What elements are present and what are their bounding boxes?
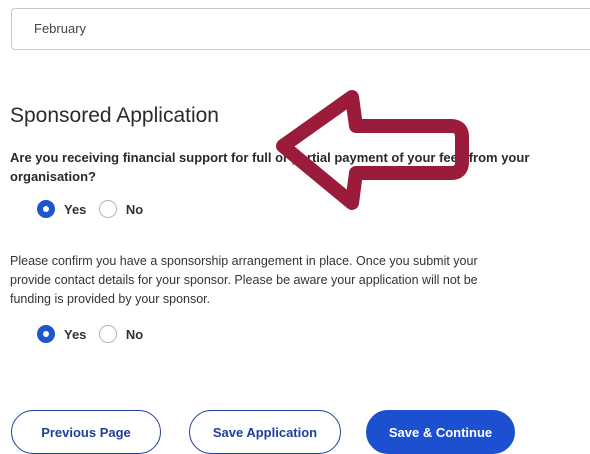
radio-label-yes: Yes	[64, 326, 87, 342]
previous-page-button[interactable]: Previous Page	[11, 410, 161, 454]
sponsorship-question-line: Are you receiving financial support for …	[10, 150, 530, 165]
radio-label-yes: Yes	[64, 201, 87, 217]
radio-unselected-icon[interactable]	[98, 325, 117, 343]
sponsorship-question: Are you receiving financial support for …	[10, 148, 590, 186]
left-arrow-icon	[276, 90, 469, 210]
radio-selected-icon[interactable]	[37, 200, 55, 218]
confirm-text-line: provide contact details for your sponsor…	[10, 273, 478, 287]
confirm-text-line: Please confirm you have a sponsorship ar…	[10, 254, 478, 268]
sponsorship-confirm-no-option[interactable]: No	[98, 325, 144, 343]
sponsorship-confirm-radio-group: Yes No	[37, 325, 151, 347]
month-select-value: February	[34, 21, 87, 36]
radio-label-no: No	[125, 201, 144, 217]
radio-unselected-icon[interactable]	[98, 200, 117, 218]
confirm-text-line: funding is provided by your sponsor.	[10, 292, 211, 306]
sponsorship-confirm-yes-option[interactable]: Yes	[37, 325, 86, 343]
section-title: Sponsored Application	[10, 104, 219, 127]
month-select[interactable]: February	[11, 8, 590, 50]
sponsorship-question-line: organisation?	[10, 169, 96, 184]
save-application-button[interactable]: Save Application	[189, 410, 341, 454]
financial-support-yes-option[interactable]: Yes	[37, 200, 86, 218]
sponsorship-confirm-text: Please confirm you have a sponsorship ar…	[10, 252, 590, 309]
financial-support-no-option[interactable]: No	[98, 200, 144, 218]
radio-label-no: No	[125, 326, 144, 342]
save-continue-button[interactable]: Save & Continue	[366, 410, 515, 454]
radio-selected-icon[interactable]	[37, 325, 55, 343]
financial-support-radio-group: Yes No	[37, 200, 151, 222]
